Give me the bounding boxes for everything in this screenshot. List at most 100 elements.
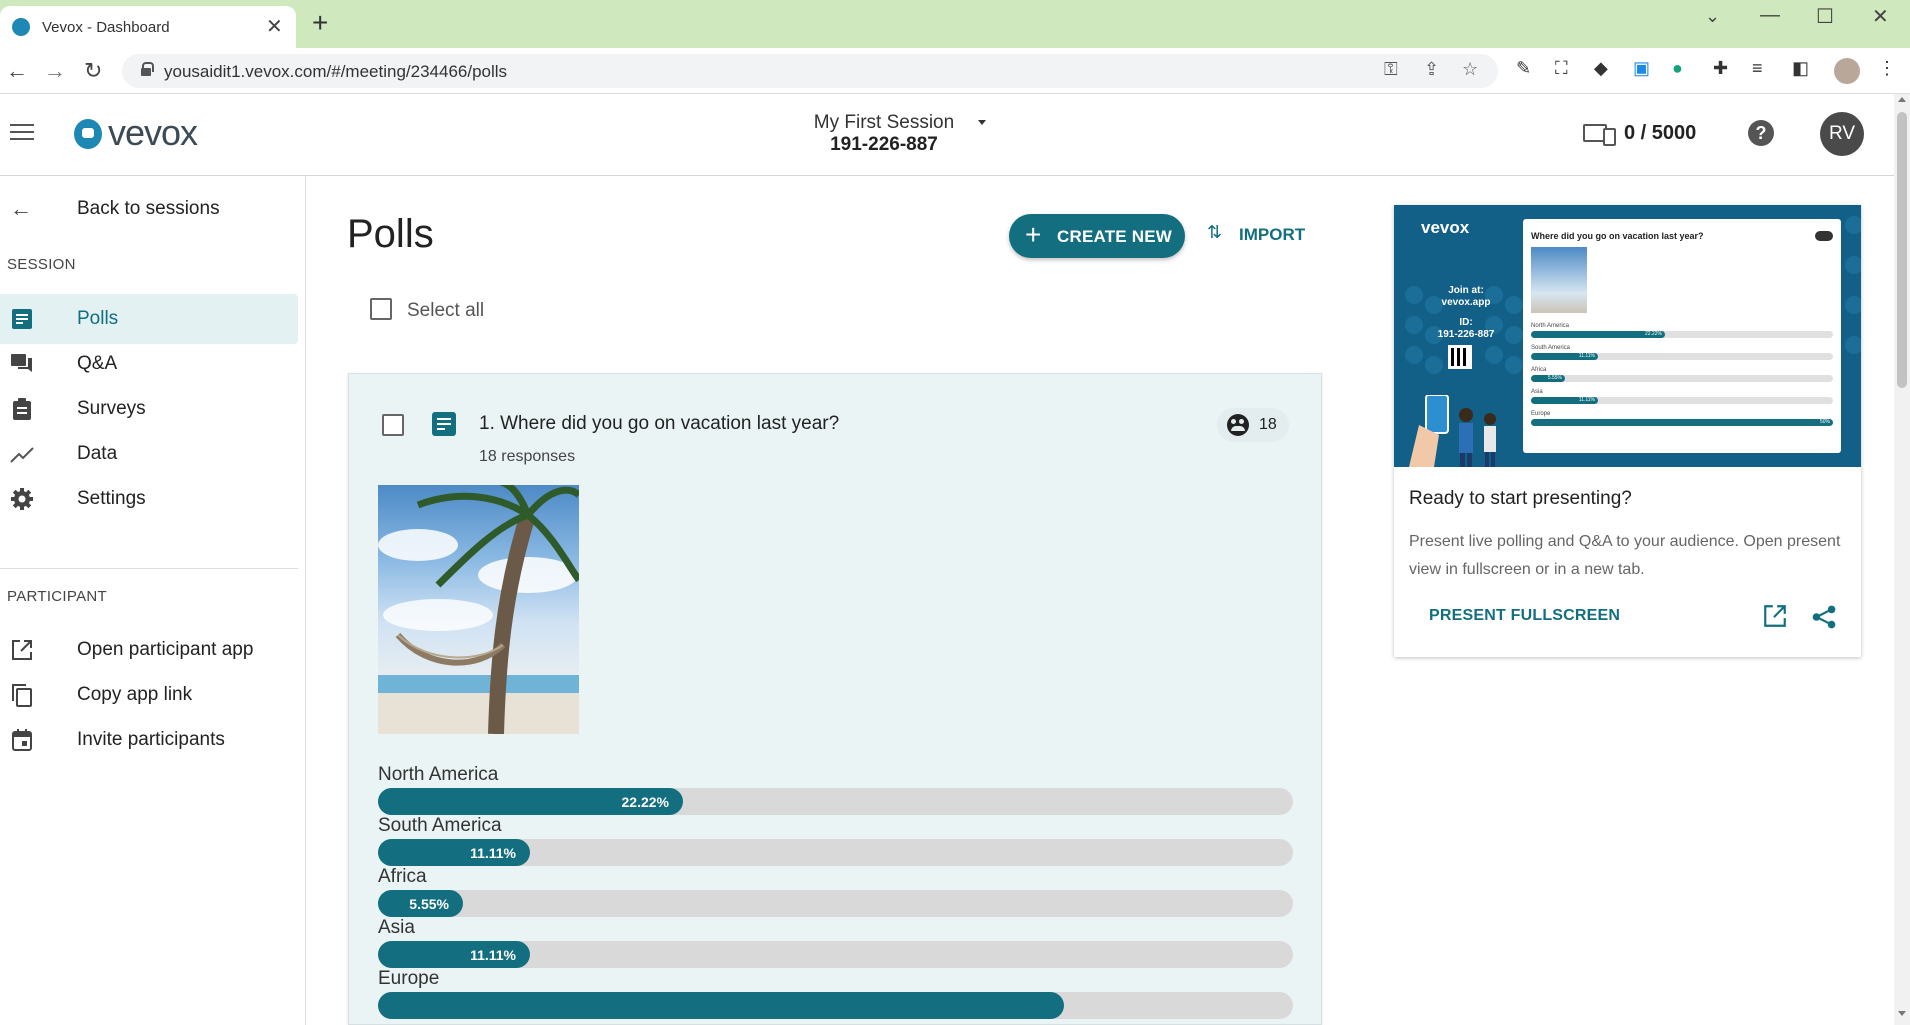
- poll-option-track: 11.11%: [378, 839, 1293, 866]
- qa-icon: [11, 354, 32, 372]
- tab-close-icon[interactable]: ✕: [266, 14, 283, 39]
- poll-question[interactable]: 1. Where did you go on vacation last yea…: [479, 413, 839, 435]
- poll-option-bar: [378, 992, 1064, 1019]
- browser-profile-avatar[interactable]: [1834, 58, 1860, 84]
- poll-select-checkbox[interactable]: [382, 414, 404, 436]
- present-card: vevox Join at: vevox.app ID: 191-226-887…: [1394, 205, 1861, 657]
- browser-tab[interactable]: Vevox - Dashboard ✕: [0, 6, 296, 48]
- poll-responses: 18 responses: [479, 448, 576, 465]
- create-new-button[interactable]: + CREATE NEW: [1009, 214, 1185, 258]
- share-icon[interactable]: [1811, 604, 1837, 630]
- preview-id-label: ID:: [1459, 317, 1473, 328]
- copy-icon: [12, 684, 32, 707]
- create-new-label: CREATE NEW: [1057, 227, 1173, 246]
- forward-nav-icon[interactable]: →: [44, 58, 66, 84]
- pen-extension-icon[interactable]: ✎: [1516, 58, 1531, 79]
- sidebar-item-settings[interactable]: Settings: [0, 474, 298, 524]
- poll-option-track: 5.55%: [378, 890, 1293, 917]
- sidebar-item-surveys[interactable]: Surveys: [0, 384, 298, 434]
- poll-option-label: Asia: [378, 917, 415, 938]
- polls-icon: [12, 309, 32, 329]
- sidebar-item-label: Copy app link: [77, 684, 193, 705]
- poll-type-icon: [432, 412, 456, 436]
- media-control-icon[interactable]: ≡: [1752, 58, 1763, 79]
- back-nav-icon[interactable]: ←: [6, 58, 28, 84]
- preview-option-label: South America: [1531, 345, 1571, 351]
- sidebar-item-label: Invite participants: [77, 729, 225, 750]
- close-window-button[interactable]: ✕: [1872, 4, 1889, 29]
- extensions-puzzle-icon[interactable]: ✚: [1713, 58, 1728, 79]
- present-preview[interactable]: vevox Join at: vevox.app ID: 191-226-887…: [1394, 205, 1861, 467]
- select-all-box[interactable]: [370, 298, 392, 320]
- scroll-up-icon[interactable]: [1898, 97, 1906, 102]
- sidebar-item-open-participant-app[interactable]: Open participant app: [0, 625, 298, 675]
- import-button[interactable]: ⇅ IMPORT: [1205, 220, 1315, 250]
- participants-badge: 18: [1217, 408, 1289, 442]
- present-description: Present live polling and Q&A to your aud…: [1409, 533, 1841, 578]
- sidebar-item-label: Surveys: [77, 398, 146, 419]
- poll-option-bar: 5.55%: [378, 890, 463, 917]
- maximize-button[interactable]: ☐: [1816, 4, 1834, 29]
- preview-option-label: Africa: [1531, 367, 1547, 373]
- preview-option-track: 22.22%: [1531, 331, 1833, 338]
- reload-icon[interactable]: ↻: [84, 58, 102, 84]
- sidebar-item-invite-participants[interactable]: Invite participants: [0, 715, 298, 765]
- devices-icon: [1583, 124, 1616, 146]
- url-text[interactable]: yousaidit1.vevox.com/#/meeting/234466/po…: [164, 62, 507, 82]
- preview-option-row: South America 11.11%: [1531, 345, 1833, 363]
- back-to-sessions-label: Back to sessions: [77, 198, 220, 219]
- share-page-icon[interactable]: ⇪: [1424, 59, 1439, 80]
- preview-qr-code-icon: [1448, 345, 1472, 369]
- screenshot-extension-icon[interactable]: ⛶: [1555, 58, 1568, 79]
- tab-search-chevron-icon[interactable]: ⌄: [1705, 6, 1720, 27]
- user-avatar[interactable]: RV: [1820, 112, 1864, 156]
- present-fullscreen-button[interactable]: PRESENT FULLSCREEN: [1429, 607, 1620, 625]
- session-dropdown-icon[interactable]: [978, 120, 986, 125]
- sidebar-item-label: Polls: [77, 308, 119, 329]
- scroll-thumb[interactable]: [1897, 112, 1907, 388]
- session-name[interactable]: My First Session: [770, 112, 998, 134]
- hamburger-menu-icon[interactable]: [10, 124, 34, 142]
- gear-icon: [11, 488, 33, 510]
- new-tab-button[interactable]: +: [312, 9, 328, 37]
- sidebar-item-data[interactable]: Data: [0, 429, 298, 479]
- preview-option-label: Europe: [1531, 411, 1551, 417]
- sidebar-item-copy-app-link[interactable]: Copy app link: [0, 670, 298, 720]
- key-icon[interactable]: ⚿: [1384, 59, 1398, 80]
- open-new-tab-icon[interactable]: [1762, 603, 1788, 629]
- preview-question: Where did you go on vacation last year?: [1531, 231, 1704, 241]
- preview-option-bar: 22.22%: [1531, 331, 1665, 338]
- poll-option-label: South America: [378, 815, 502, 836]
- sidebar-item-qa[interactable]: Q&A: [0, 339, 298, 389]
- minimize-button[interactable]: —: [1760, 4, 1780, 27]
- import-label: IMPORT: [1239, 225, 1306, 244]
- url-omnibox[interactable]: yousaidit1.vevox.com/#/meeting/234466/po…: [122, 54, 1498, 88]
- grammarly-icon[interactable]: ●: [1672, 58, 1683, 79]
- select-all-checkbox[interactable]: Select all: [370, 298, 520, 324]
- poll-card[interactable]: 1. Where did you go on vacation last yea…: [348, 373, 1322, 1025]
- poll-option-row: Asia 11.11%: [378, 917, 1293, 975]
- back-to-sessions-link[interactable]: ← Back to sessions: [0, 188, 300, 228]
- poll-option-label: North America: [378, 764, 499, 785]
- bookmark-star-icon[interactable]: ☆: [1462, 59, 1478, 80]
- page-scrollbar[interactable]: [1894, 94, 1910, 1025]
- poll-option-track: 22.22%: [378, 788, 1293, 815]
- save-extension-icon[interactable]: ▣: [1633, 58, 1650, 79]
- preview-option-value: 5.55%: [1547, 375, 1562, 381]
- help-icon[interactable]: ?: [1748, 120, 1774, 146]
- open-external-icon: [12, 640, 32, 660]
- sidebar-item-polls[interactable]: Polls: [0, 294, 298, 344]
- browser-menu-icon[interactable]: ⋮: [1878, 58, 1896, 79]
- poll-option-track: [378, 992, 1293, 1019]
- preview-option-track: 50%: [1531, 419, 1833, 426]
- preview-join-info: Join at: vevox.app ID: 191-226-887: [1418, 285, 1514, 341]
- preview-option-bar: 50%: [1531, 419, 1833, 426]
- poll-option-bar: 11.11%: [378, 941, 530, 968]
- side-panel-icon[interactable]: ◧: [1792, 58, 1809, 79]
- sidebar: ← Back to sessions SESSION Polls Q&A Sur…: [0, 176, 306, 1025]
- location-extension-icon[interactable]: ◆: [1594, 58, 1608, 79]
- participants-count: 18: [1259, 416, 1277, 433]
- participant-section-label: PARTICIPANT: [7, 588, 107, 605]
- session-id[interactable]: 191-226-887: [770, 134, 998, 156]
- scroll-down-icon[interactable]: [1898, 1011, 1906, 1016]
